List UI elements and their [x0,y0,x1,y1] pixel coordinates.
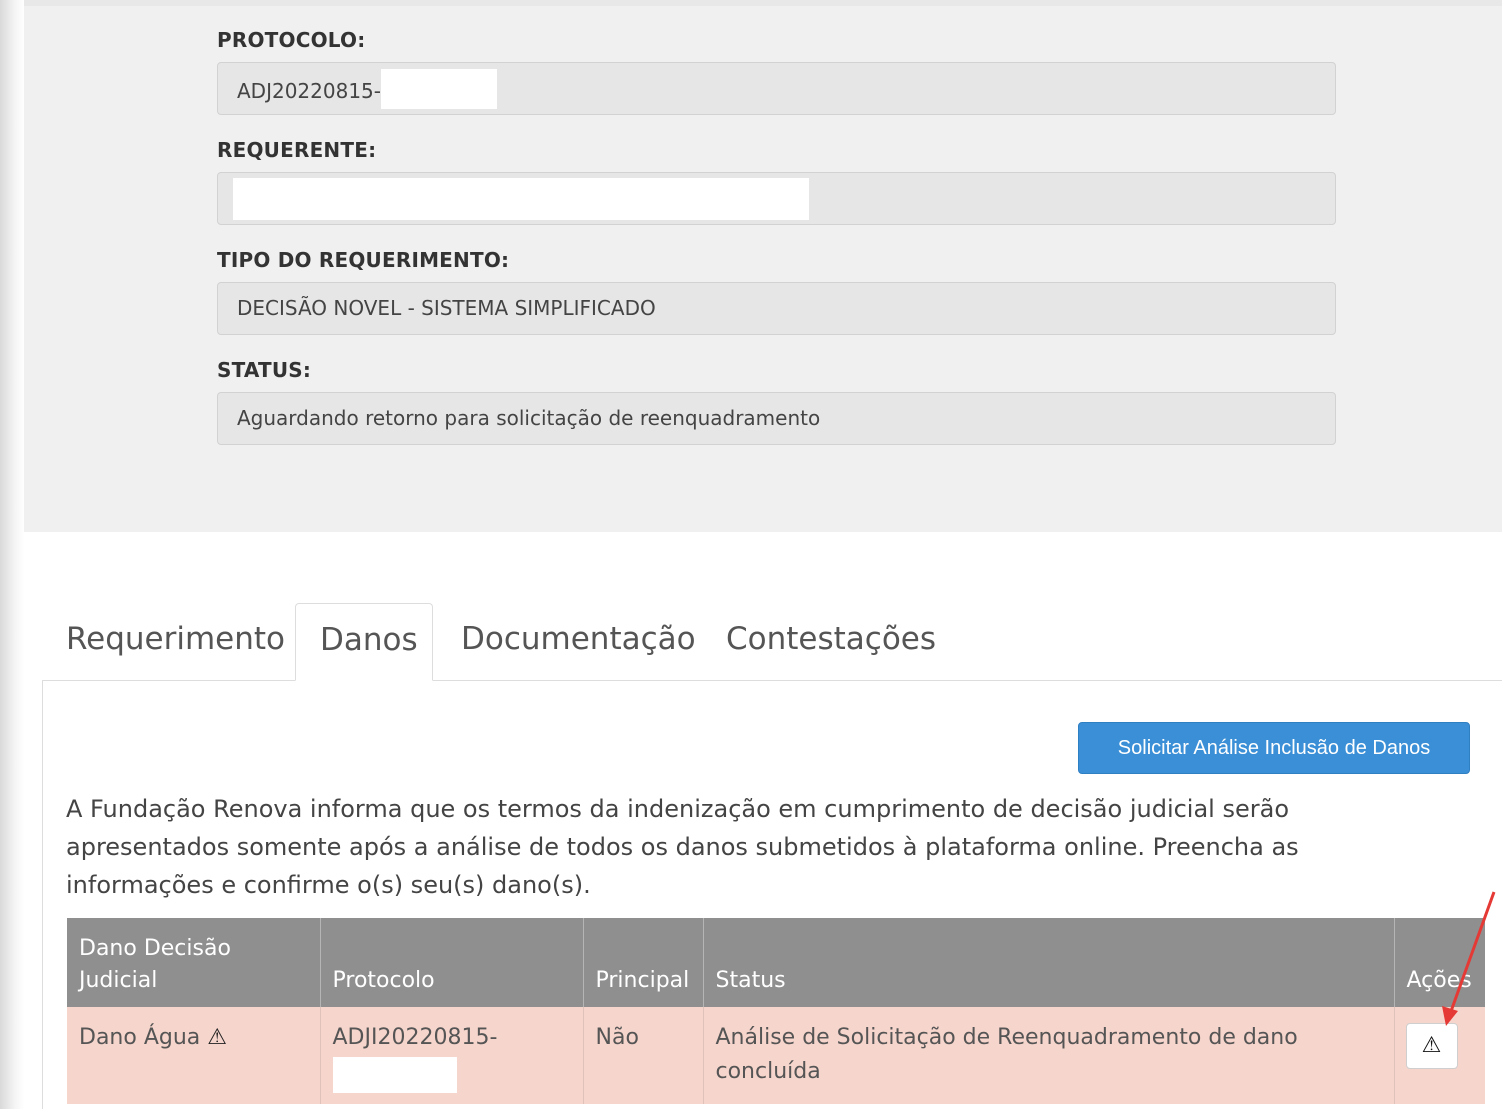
solicitar-analise-button[interactable]: Solicitar Análise Inclusão de Danos [1078,722,1470,774]
warning-icon: ⚠ [1421,1033,1442,1058]
col-protocolo: Protocolo [320,918,584,1007]
renova-notice-text: A Fundação Renova informa que os termos … [66,795,1299,899]
annotation-arrow-icon [1442,891,1496,1026]
cell-status: Análise de Solicitação de Reenquadrament… [703,1007,1395,1104]
request-summary-panel: PROTOCOLO: ADJ20220815- REQUERENTE: TIPO… [24,0,1502,532]
tab-requerimento[interactable]: Requerimento [42,603,309,681]
requerente-label: REQUERENTE: [217,138,377,162]
tipo-field: DECISÃO NOVEL - SISTEMA SIMPLIFICADO [217,282,1336,335]
tipo-label: TIPO DO REQUERIMENTO: [217,248,510,272]
cell-protocolo: ADJI20220815- [320,1007,584,1104]
status-field: Aguardando retorno para solicitação de r… [217,392,1336,445]
dano-name: Dano Água [79,1025,201,1050]
col-dano-decisao: Dano Decisão Judicial [67,918,321,1007]
status-label: STATUS: [217,358,312,382]
redacted-block [233,178,809,220]
row-protocolo-value: ADJI20220815- [332,1025,498,1050]
redacted-block [332,1057,457,1093]
table-header-row: Dano Decisão Judicial Protocolo Principa… [67,918,1485,1007]
col-status: Status [703,918,1395,1007]
tab-danos[interactable]: Danos [295,603,433,681]
tab-content-border [42,680,43,1109]
table-row: Dano Água ⚠ ADJI20220815- Não Análise de… [67,1007,1485,1104]
window-edge-shadow [0,0,24,1109]
cell-principal: Não [583,1007,704,1104]
warning-icon: ⚠ [207,1025,227,1050]
protocolo-label: PROTOCOLO: [217,28,366,52]
col-principal: Principal [583,918,704,1007]
danos-table: Dano Decisão Judicial Protocolo Principa… [67,918,1485,1104]
requerente-field [217,172,1336,225]
tab-documentacao[interactable]: Documentação [437,603,720,681]
protocolo-field: ADJ20220815- [217,62,1336,115]
tab-contestacoes[interactable]: Contestações [702,603,960,681]
protocolo-value: ADJ20220815- [237,79,381,103]
redacted-block [381,69,497,109]
cell-dano: Dano Água ⚠ [67,1007,321,1104]
